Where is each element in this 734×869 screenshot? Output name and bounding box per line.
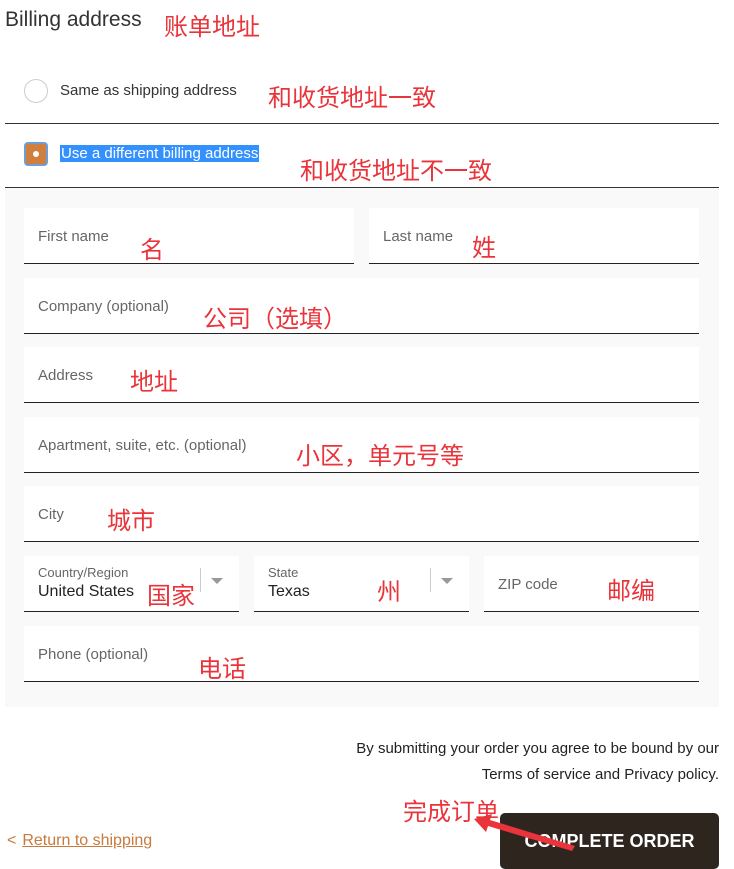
first-name-placeholder: First name: [38, 228, 109, 245]
apartment-placeholder: Apartment, suite, etc. (optional): [38, 437, 247, 454]
annotation-company: 公司（选填）: [203, 305, 347, 333]
radio-button[interactable]: [24, 79, 48, 103]
annotation-last: 姓: [472, 234, 496, 262]
city-placeholder: City: [38, 506, 64, 523]
last-name-placeholder: Last name: [383, 228, 454, 245]
annotation-address: 地址: [130, 368, 178, 396]
billing-title: Billing address: [5, 8, 142, 31]
address-field[interactable]: Address: [24, 347, 699, 403]
select-divider: [200, 568, 201, 592]
zip-placeholder: ZIP code: [498, 576, 558, 593]
option-label: Use a different billing address: [60, 145, 260, 162]
address-placeholder: Address: [38, 367, 94, 384]
return-label: Return to shipping: [22, 832, 153, 849]
annotation-same: 和收货地址一致: [268, 84, 436, 112]
annotation-phone: 电话: [198, 655, 246, 683]
chevron-down-icon: [211, 578, 223, 584]
annotation-complete: 完成订单: [403, 798, 499, 826]
phone-field[interactable]: Phone (optional): [24, 626, 699, 682]
last-name-field[interactable]: Last name: [369, 208, 699, 264]
state-select[interactable]: State Texas: [254, 556, 469, 612]
option-label: Same as shipping address: [60, 82, 237, 99]
select-divider: [430, 568, 431, 592]
company-placeholder: Company (optional): [38, 298, 169, 315]
radio-button-selected[interactable]: [24, 142, 48, 166]
zip-field[interactable]: ZIP code: [484, 556, 699, 612]
state-value: Texas: [268, 583, 310, 600]
company-field[interactable]: Company (optional): [24, 278, 699, 334]
annotation-different: 和收货地址不一致: [300, 157, 492, 185]
country-value: United States: [38, 583, 135, 600]
terms-notice: By submitting your order you agree to be…: [356, 736, 719, 788]
annotation-city: 城市: [107, 507, 155, 535]
return-to-shipping-link[interactable]: < Return to shipping: [7, 832, 152, 850]
state-label: State: [268, 565, 299, 580]
annotation-country: 国家: [147, 582, 195, 610]
country-label: Country/Region: [38, 565, 129, 580]
first-name-field[interactable]: First name: [24, 208, 354, 264]
complete-order-button[interactable]: COMPLETE ORDER: [500, 813, 719, 869]
annotation-apartment: 小区，单元号等: [296, 442, 464, 470]
chevron-left-icon: <: [7, 832, 17, 849]
phone-placeholder: Phone (optional): [38, 646, 149, 663]
terms-line-1: By submitting your order you agree to be…: [356, 740, 719, 757]
annotation-first: 名: [140, 236, 164, 264]
terms-line-2: Terms of service and Privacy policy.: [481, 766, 719, 783]
chevron-down-icon: [441, 578, 453, 584]
annotation-billing: 账单地址: [164, 13, 260, 41]
country-select[interactable]: Country/Region United States: [24, 556, 239, 612]
annotation-zip: 邮编: [607, 577, 655, 605]
annotation-state: 州: [377, 578, 401, 606]
